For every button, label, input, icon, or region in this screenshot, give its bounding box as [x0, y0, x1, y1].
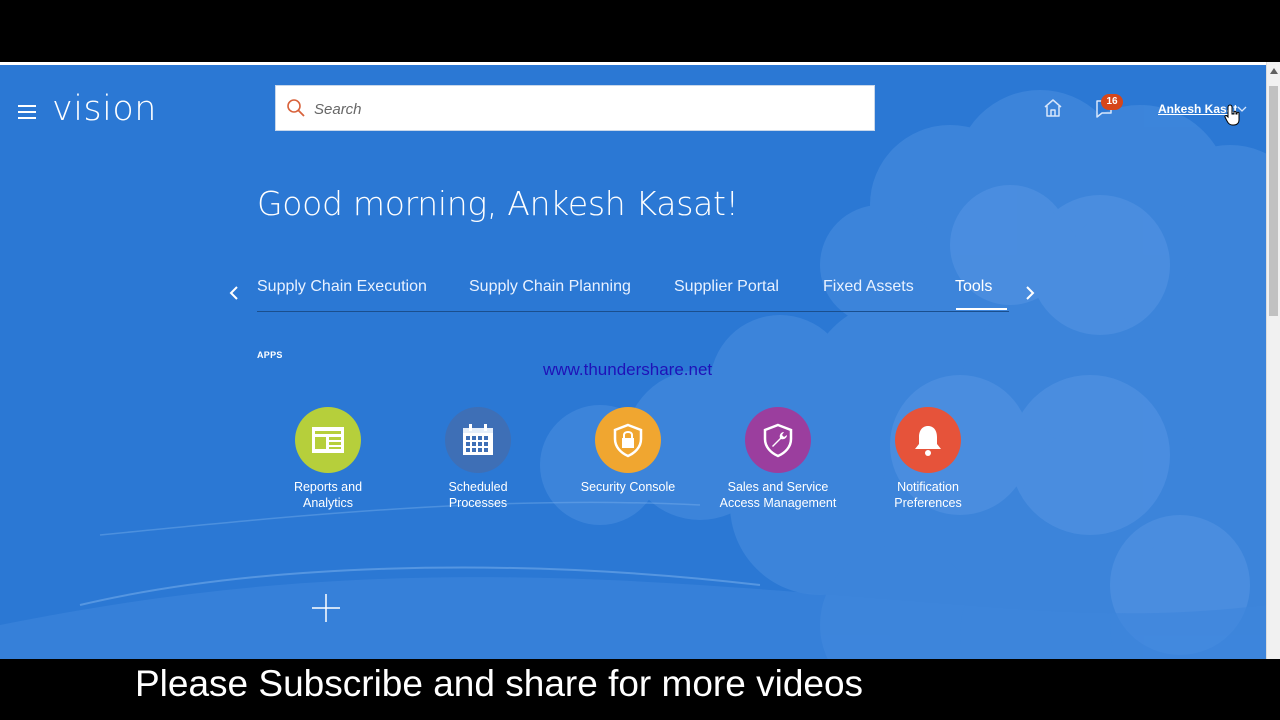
app-label: Notification Preferences: [894, 480, 962, 510]
tab-supply-chain-execution[interactable]: Supply Chain Execution: [257, 278, 427, 296]
lock-shield-icon: [595, 407, 661, 473]
app-security-console[interactable]: Security Console: [568, 407, 688, 495]
calendar-icon: [445, 407, 511, 473]
vertical-scrollbar[interactable]: [1266, 62, 1280, 659]
wrench-shield-icon: [745, 407, 811, 473]
app-reports-and-analytics[interactable]: Reports and Analytics: [268, 407, 388, 511]
home-icon[interactable]: [1042, 97, 1064, 119]
app-label: Scheduled Processes: [448, 480, 508, 510]
greeting-heading: Good morning, Ankesh Kasat!: [257, 184, 739, 223]
tab-fixed-assets[interactable]: Fixed Assets: [823, 278, 914, 296]
watermark-text: www.thundershare.net: [543, 360, 713, 379]
bell-icon: [895, 407, 961, 473]
video-caption: Please Subscribe and share for more vide…: [135, 663, 864, 704]
app-scheduled-processes[interactable]: Scheduled Processes: [418, 407, 538, 511]
app-label: Sales and Service Access Management: [719, 480, 837, 510]
app-label: Security Console: [580, 480, 676, 494]
menu-icon[interactable]: [18, 105, 36, 119]
app-sales-and-service-access-management[interactable]: Sales and Service Access Management: [718, 407, 838, 511]
add-icon[interactable]: [310, 592, 342, 624]
chevron-left-icon[interactable]: [226, 283, 242, 303]
vision-logo: vision: [52, 89, 157, 129]
app-notification-preferences[interactable]: Notification Preferences: [868, 407, 988, 511]
scrollbar-thumb[interactable]: [1269, 86, 1278, 316]
scroll-up-icon[interactable]: [1270, 68, 1278, 74]
app-label: Reports and Analytics: [293, 480, 363, 510]
apps-section-label: APPS: [257, 350, 283, 360]
search-input[interactable]: [312, 86, 856, 132]
tab-tools[interactable]: Tools: [955, 278, 992, 296]
search-bar[interactable]: [275, 85, 875, 132]
tab-supplier-portal[interactable]: Supplier Portal: [674, 278, 779, 296]
active-tab-indicator: [956, 308, 1007, 310]
search-icon: [287, 99, 305, 117]
chevron-right-icon[interactable]: [1022, 283, 1038, 303]
notification-count-badge: 16: [1101, 94, 1123, 110]
video-top-bar: [0, 0, 1280, 62]
tab-supply-chain-planning[interactable]: Supply Chain Planning: [469, 278, 631, 296]
app-window: vision 16 Ankesh Kasat Good morning, Ank…: [0, 62, 1266, 659]
mouse-cursor-icon: [1224, 104, 1240, 126]
reports-icon: [295, 407, 361, 473]
springboard-tabs: Supply Chain Execution Supply Chain Plan…: [257, 275, 1009, 312]
